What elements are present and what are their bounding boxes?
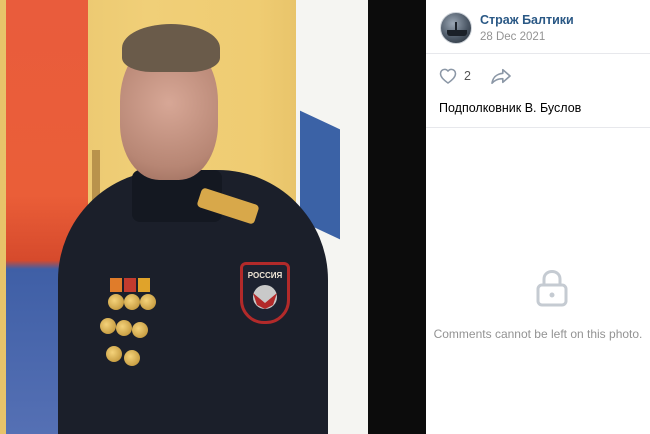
heart-icon xyxy=(439,68,457,84)
eagle-emblem-icon xyxy=(253,285,277,309)
comments-disabled-message: Comments cannot be left on this photo. xyxy=(433,327,643,341)
post-date[interactable]: 28 Dec 2021 xyxy=(480,31,545,43)
share-arrow-icon xyxy=(491,68,511,85)
group-name-link[interactable]: Страж Балтики xyxy=(480,13,574,27)
medal-bar xyxy=(100,278,164,388)
lock-icon xyxy=(536,269,568,307)
group-avatar[interactable] xyxy=(440,12,472,44)
photo-viewer: РОССИЯ Страж Балтики 28 Dec 2021 2 Подпо… xyxy=(0,0,650,434)
like-count: 2 xyxy=(464,69,471,83)
divider xyxy=(426,127,650,128)
info-panel: Страж Балтики 28 Dec 2021 2 Подполковник… xyxy=(426,0,650,434)
sleeve-patch: РОССИЯ xyxy=(240,262,290,324)
post-actions: 2 xyxy=(426,55,650,95)
photo[interactable]: РОССИЯ xyxy=(0,0,368,434)
share-button[interactable] xyxy=(490,67,512,85)
officer-hair xyxy=(122,24,220,72)
viewer-gutter xyxy=(368,0,426,434)
like-button[interactable]: 2 xyxy=(438,66,471,86)
photo-caption: Подполковник В. Буслов xyxy=(439,101,582,115)
post-header: Страж Балтики 28 Dec 2021 xyxy=(426,0,650,54)
